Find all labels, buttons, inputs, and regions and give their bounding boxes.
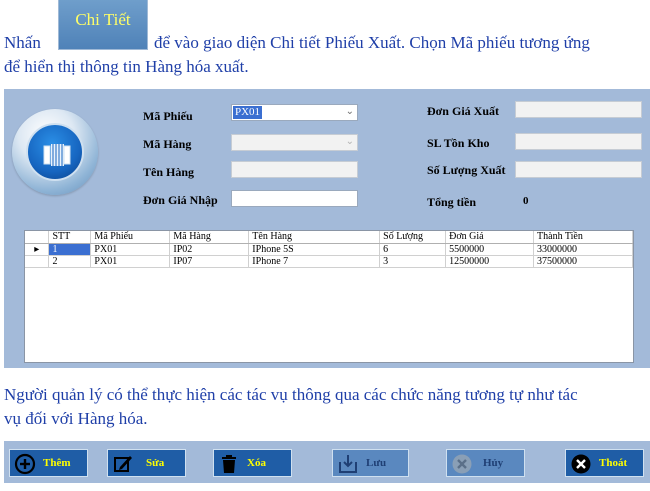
outro-line-1: Người quản lý có thể thực hiện các tác v… [4, 385, 578, 404]
save-icon [339, 455, 357, 473]
intro-line-2: để hiển thị thông tin Hàng hóa xuất. [4, 57, 249, 76]
chevron-down-icon: ⌄ [345, 136, 354, 147]
col-header-thanh-tien[interactable]: Thành Tiền [533, 231, 633, 244]
grid-cell[interactable]: 2 [48, 255, 92, 268]
current-row-indicator-icon[interactable]: ▸ [25, 243, 50, 256]
grid-cell[interactable]: IP02 [169, 243, 250, 256]
so-luong-xuat-field[interactable] [515, 161, 642, 178]
ma-hang-label: Mã Hàng [143, 137, 192, 151]
table-row[interactable]: 2 PX01 IP07 IPhone 7 3 12500000 37500000 [25, 255, 633, 268]
cancel-icon [452, 454, 472, 474]
table-row[interactable]: ▸ 1 PX01 IP02 IPhone 5S 6 5500000 330000… [25, 243, 633, 256]
grid-cell[interactable]: PX01 [90, 243, 171, 256]
luu-button[interactable]: Lưu [332, 449, 409, 477]
app-logo [12, 109, 98, 195]
intro-before-text: Nhấn [4, 33, 41, 52]
chi-tiet-phieu-xuat-panel: Mã Phiếu PX01 ⌄ Mã Hàng ⌄ Tên Hàng Đơn G… [4, 89, 650, 368]
col-header-so-luong[interactable]: Số Lượng [379, 231, 447, 244]
chi-tiet-button[interactable]: Chi Tiết [58, 0, 148, 50]
so-luong-xuat-label: Số Lượng Xuất [427, 163, 506, 177]
xoa-button[interactable]: Xóa [213, 449, 292, 477]
sl-ton-kho-label: SL Tồn Kho [427, 136, 490, 150]
sua-button[interactable]: Sửa [107, 449, 186, 477]
don-gia-nhap-field[interactable] [231, 190, 358, 207]
row-header[interactable] [25, 255, 50, 268]
grid-header-row: STT Mã Phiếu Mã Hàng Tên Hàng Số Lượng Đ… [25, 231, 633, 244]
trash-icon [222, 455, 236, 473]
grid-cell[interactable]: 12500000 [445, 255, 535, 268]
huy-button[interactable]: Hủy [446, 449, 525, 477]
outro-line-2: vụ đối với Hàng hóa. [4, 409, 148, 428]
col-header-ma-phieu[interactable]: Mã Phiếu [90, 231, 171, 244]
hang-hoa-xuat-grid[interactable]: STT Mã Phiếu Mã Hàng Tên Hàng Số Lượng Đ… [24, 230, 634, 363]
grid-cell[interactable]: PX01 [90, 255, 171, 268]
thoat-button-label: Thoát [599, 457, 628, 469]
grid-table: STT Mã Phiếu Mã Hàng Tên Hàng Số Lượng Đ… [25, 231, 633, 268]
intro-after-text: để vào giao diện Chi tiết Phiếu Xuất. Ch… [154, 33, 590, 52]
ma-phieu-label: Mã Phiếu [143, 109, 193, 123]
col-header-don-gia[interactable]: Đơn Giá [445, 231, 535, 244]
col-header-ma-hang[interactable]: Mã Hàng [169, 231, 250, 244]
grid-cell[interactable]: 37500000 [533, 255, 633, 268]
ma-phieu-select[interactable]: PX01 ⌄ [231, 104, 358, 121]
xoa-button-label: Xóa [247, 457, 266, 469]
ma-hang-select[interactable]: ⌄ [231, 134, 358, 151]
accordion-icon [26, 123, 84, 181]
grid-cell[interactable]: IPhone 5S [248, 243, 381, 256]
grid-cell[interactable]: 6 [379, 243, 447, 256]
grid-cell[interactable]: 33000000 [533, 243, 633, 256]
chevron-down-icon: ⌄ [345, 106, 354, 117]
row-header-corner [25, 231, 50, 244]
ma-phieu-value: PX01 [233, 106, 263, 119]
grid-cell[interactable]: 5500000 [445, 243, 535, 256]
add-circle-icon [14, 453, 36, 475]
don-gia-nhap-label: Đơn Giá Nhập [143, 193, 218, 207]
edit-icon [114, 456, 132, 472]
ten-hang-label: Tên Hàng [143, 165, 195, 179]
grid-cell[interactable]: IP07 [169, 255, 250, 268]
action-toolbar: Thêm Sửa Xóa Lưu Hủy Thoát [4, 441, 650, 483]
sua-button-label: Sửa [146, 457, 165, 469]
col-header-stt[interactable]: STT [48, 231, 92, 244]
don-gia-xuat-label: Đơn Giá Xuất [427, 104, 499, 118]
them-button[interactable]: Thêm [9, 449, 88, 477]
luu-button-label: Lưu [366, 457, 387, 469]
thoat-button[interactable]: Thoát [565, 449, 644, 477]
them-button-label: Thêm [43, 457, 71, 469]
tong-tien-value: 0 [523, 195, 529, 207]
huy-button-label: Hủy [483, 457, 504, 469]
grid-cell[interactable]: 3 [379, 255, 447, 268]
ten-hang-field[interactable] [231, 161, 358, 178]
sl-ton-kho-field[interactable] [515, 133, 642, 150]
close-icon [571, 454, 591, 474]
grid-cell[interactable]: 1 [48, 243, 92, 256]
don-gia-xuat-field[interactable] [515, 101, 642, 118]
chi-tiet-button-label: Chi Tiết [75, 10, 131, 29]
col-header-ten-hang[interactable]: Tên Hàng [248, 231, 381, 244]
tong-tien-label: Tổng tiền [427, 195, 477, 209]
grid-cell[interactable]: IPhone 7 [248, 255, 381, 268]
